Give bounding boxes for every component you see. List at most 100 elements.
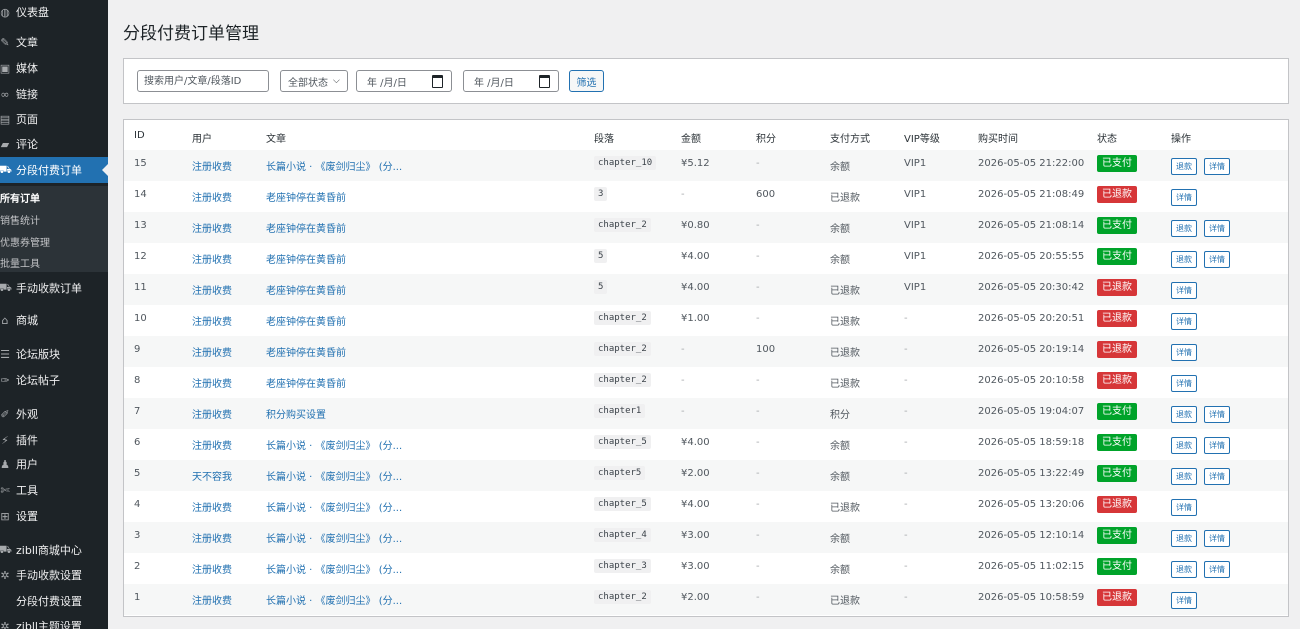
user-link[interactable]: 注册收费 xyxy=(192,189,232,204)
detail-button[interactable]: 详情 xyxy=(1204,530,1230,547)
user-link[interactable]: 注册收费 xyxy=(192,220,232,235)
gear-icon: ✲ xyxy=(0,619,10,629)
sidebar-item-links[interactable]: ∞ 链接 xyxy=(0,81,108,107)
sidebar-item-zibll-theme[interactable]: ✲ zibll主题设置 xyxy=(0,613,108,629)
amount-cell: ¥5.12 xyxy=(681,158,710,169)
user-link[interactable]: 注册收费 xyxy=(192,251,232,266)
refund-button[interactable]: 退款 xyxy=(1171,437,1197,454)
refund-button[interactable]: 退款 xyxy=(1171,406,1197,423)
detail-button[interactable]: 详情 xyxy=(1171,499,1197,516)
sidebar-item-label: 外观 xyxy=(16,408,38,421)
submenu-item-sales-stats[interactable]: 销售统计 xyxy=(0,212,40,230)
user-link[interactable]: 注册收费 xyxy=(192,499,232,514)
refund-button[interactable]: 退款 xyxy=(1171,530,1197,547)
article-link[interactable]: 老座钟停在黄昏前 xyxy=(266,220,346,235)
search-input[interactable] xyxy=(137,70,269,92)
article-link[interactable]: 长篇小说 · 《废剑归尘》 (分... xyxy=(266,530,402,545)
user-link[interactable]: 注册收费 xyxy=(192,158,232,173)
sidebar-item-users[interactable]: ♟ 用户 xyxy=(0,451,108,477)
article-link[interactable]: 长篇小说 · 《废剑归尘》 (分... xyxy=(266,499,402,514)
user-link[interactable]: 注册收费 xyxy=(192,406,232,421)
filter-button[interactable]: 筛选 xyxy=(569,70,604,92)
submenu-item-bulk-tools[interactable]: 批量工具 xyxy=(0,255,40,273)
article-link[interactable]: 长篇小说 · 《废剑归尘》 (分... xyxy=(266,158,402,173)
user-link[interactable]: 注册收费 xyxy=(192,313,232,328)
points-cell: - xyxy=(756,406,760,417)
refund-button[interactable]: 退款 xyxy=(1171,251,1197,268)
user-link[interactable]: 注册收费 xyxy=(192,561,232,576)
article-link[interactable]: 长篇小说 · 《废剑归尘》 (分... xyxy=(266,437,402,452)
payment-method: 已退款 xyxy=(830,286,860,297)
refund-button[interactable]: 退款 xyxy=(1171,220,1197,237)
detail-button[interactable]: 详情 xyxy=(1204,561,1230,578)
article-link[interactable]: 长篇小说 · 《废剑归尘》 (分... xyxy=(266,561,402,576)
sidebar-item-plugins[interactable]: ⚡ 插件 xyxy=(0,427,108,453)
sidebar-item-tools[interactable]: ✄ 工具 xyxy=(0,477,108,503)
article-link[interactable]: 老座钟停在黄昏前 xyxy=(266,282,346,297)
refund-button[interactable]: 退款 xyxy=(1171,468,1197,485)
detail-button[interactable]: 详情 xyxy=(1171,313,1197,330)
detail-button[interactable]: 详情 xyxy=(1171,375,1197,392)
detail-button[interactable]: 详情 xyxy=(1204,437,1230,454)
sidebar-item-appearance[interactable]: ✐ 外观 xyxy=(0,401,108,427)
user-link[interactable]: 注册收费 xyxy=(192,437,232,452)
article-link[interactable]: 老座钟停在黄昏前 xyxy=(266,375,346,390)
sidebar-item-zibll-shop[interactable]: ⛟ zibll商城中心 xyxy=(0,537,108,563)
sidebar-item-comments[interactable]: ▰ 评论 xyxy=(0,131,108,157)
calendar-icon[interactable] xyxy=(432,75,443,88)
user-link[interactable]: 注册收费 xyxy=(192,344,232,359)
article-link[interactable]: 积分购买设置 xyxy=(266,406,326,421)
vip-level: - xyxy=(904,468,908,479)
sidebar-item-shop[interactable]: ⌂ 商城 xyxy=(0,307,108,333)
order-id: 5 xyxy=(134,468,141,479)
sidebar-item-manual-orders[interactable]: ⛟ 手动收款订单 xyxy=(0,275,108,301)
user-link[interactable]: 注册收费 xyxy=(192,530,232,545)
user-link[interactable]: 天不容我 xyxy=(192,468,232,483)
article-link[interactable]: 老座钟停在黄昏前 xyxy=(266,189,346,204)
segment-tag: chapter_10 xyxy=(594,156,657,170)
detail-button[interactable]: 详情 xyxy=(1204,158,1230,175)
detail-button[interactable]: 详情 xyxy=(1204,251,1230,268)
detail-button[interactable]: 详情 xyxy=(1171,592,1197,609)
sidebar-item-manual-settings[interactable]: ✲ 手动收款设置 xyxy=(0,562,108,588)
user-link[interactable]: 注册收费 xyxy=(192,282,232,297)
detail-button[interactable]: 详情 xyxy=(1204,406,1230,423)
user-link[interactable]: 注册收费 xyxy=(192,592,232,607)
start-date-field[interactable]: 年 /月/日 xyxy=(356,70,452,92)
sidebar-item-pages[interactable]: ▤ 页面 xyxy=(0,106,108,132)
article-link[interactable]: 长篇小说 · 《废剑归尘》 (分... xyxy=(266,592,402,607)
detail-button[interactable]: 详情 xyxy=(1204,220,1230,237)
status-select[interactable]: 全部状态 ⌵ xyxy=(280,70,348,92)
sidebar-item-dashboard[interactable]: ◍ 仪表盘 xyxy=(0,0,108,25)
user-link[interactable]: 注册收费 xyxy=(192,375,232,390)
detail-button[interactable]: 详情 xyxy=(1204,468,1230,485)
detail-button[interactable]: 详情 xyxy=(1171,189,1197,206)
vip-level: VIP1 xyxy=(904,251,927,262)
article-link[interactable]: 老座钟停在黄昏前 xyxy=(266,313,346,328)
article-link[interactable]: 老座钟停在黄昏前 xyxy=(266,251,346,266)
refund-button[interactable]: 退款 xyxy=(1171,561,1197,578)
sidebar-item-forum-posts[interactable]: ✑ 论坛帖子 xyxy=(0,367,108,393)
end-date-field[interactable]: 年 /月/日 xyxy=(463,70,559,92)
sidebar-item-posts[interactable]: ✎ 文章 xyxy=(0,29,108,55)
article-link[interactable]: 老座钟停在黄昏前 xyxy=(266,344,346,359)
order-id: 13 xyxy=(134,220,147,231)
cart-icon: ⛟ xyxy=(0,280,12,294)
pin-icon: ✎ xyxy=(0,35,10,49)
gear-icon: ✲ xyxy=(0,568,10,582)
article-link[interactable]: 长篇小说 · 《废剑归尘》 (分... xyxy=(266,468,402,483)
calendar-icon[interactable] xyxy=(539,75,550,88)
refund-button[interactable]: 退款 xyxy=(1171,158,1197,175)
submenu-item-all-orders[interactable]: 所有订单 xyxy=(0,190,40,208)
detail-button[interactable]: 详情 xyxy=(1171,282,1197,299)
sidebar-item-settings[interactable]: ⊞ 设置 xyxy=(0,503,108,529)
sidebar-item-forum-boards[interactable]: ☰ 论坛版块 xyxy=(0,341,108,367)
submenu-item-coupons[interactable]: 优惠券管理 xyxy=(0,234,50,252)
amount-cell: ¥2.00 xyxy=(681,592,710,603)
sidebar-item-media[interactable]: ▣ 媒体 xyxy=(0,55,108,81)
sidebar-item-segment-orders[interactable]: ⛟ 分段付费订单 xyxy=(0,157,108,183)
detail-button[interactable]: 详情 xyxy=(1171,344,1197,361)
amount-cell: - xyxy=(681,375,685,386)
sidebar-item-segment-settings[interactable]: 分段付费设置 xyxy=(0,588,108,614)
vip-level: - xyxy=(904,344,908,355)
